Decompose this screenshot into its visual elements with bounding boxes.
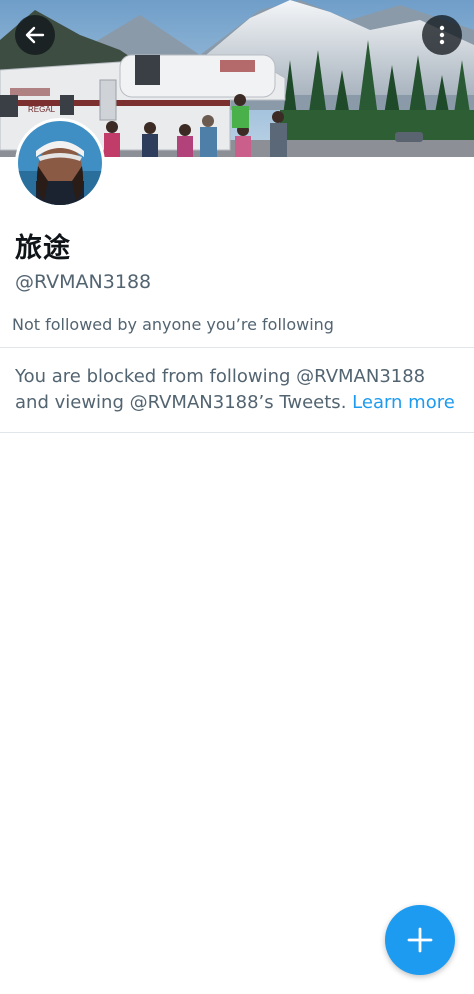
rv-brand-label: REGAL — [28, 105, 56, 114]
divider — [0, 432, 474, 433]
arrow-left-icon — [25, 26, 45, 44]
user-handle: @RVMAN3188 — [15, 271, 152, 293]
display-name: 旅途 — [15, 233, 71, 264]
profile-avatar[interactable] — [15, 118, 105, 208]
blocked-notice: You are blocked from following @RVMAN318… — [15, 364, 460, 416]
divider — [0, 347, 474, 348]
learn-more-link[interactable]: Learn more — [352, 392, 455, 413]
back-button[interactable] — [15, 15, 55, 55]
more-vertical-icon — [439, 25, 445, 45]
avatar-image — [18, 121, 102, 205]
more-options-button[interactable] — [422, 15, 462, 55]
followers-you-know-note: Not followed by anyone you’re following — [12, 315, 334, 334]
plus-icon — [407, 927, 433, 953]
compose-tweet-button[interactable] — [385, 905, 455, 975]
profile-screen: REGAL 旅途 @RVMAN3188 Not followed by anyo… — [0, 0, 474, 994]
